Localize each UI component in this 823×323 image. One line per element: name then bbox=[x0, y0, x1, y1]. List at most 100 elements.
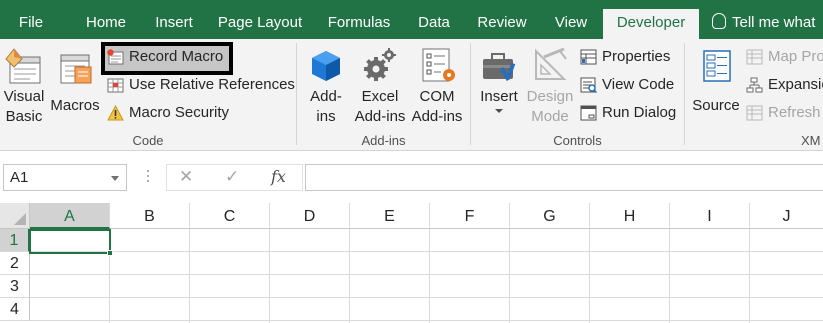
row-header-4[interactable]: 4 bbox=[0, 298, 30, 321]
formula-input[interactable] bbox=[305, 164, 823, 191]
com-addins-icon bbox=[422, 48, 455, 82]
use-relative-references-button[interactable]: Use Relative References bbox=[103, 73, 295, 97]
group-separator bbox=[470, 43, 471, 145]
chevron-down-icon[interactable] bbox=[111, 176, 119, 181]
excel-addins-label-1: Excel bbox=[361, 88, 399, 105]
macros-label: Macros bbox=[50, 97, 100, 114]
map-properties-label: Map Pro bbox=[768, 48, 823, 65]
column-header-a[interactable]: A bbox=[30, 203, 110, 229]
tab-developer[interactable]: Developer bbox=[603, 9, 699, 39]
tab-page-layout[interactable]: Page Layout bbox=[210, 0, 310, 39]
controls-group-label: Controls bbox=[553, 133, 602, 148]
addins-button[interactable]: Add- ins bbox=[304, 45, 348, 127]
tab-file[interactable]: File bbox=[0, 0, 62, 39]
column-header-i[interactable]: I bbox=[670, 203, 750, 229]
row-header-2[interactable]: 2 bbox=[0, 252, 30, 275]
tab-insert[interactable]: Insert bbox=[144, 0, 204, 39]
xml-group-label: XM bbox=[801, 133, 821, 148]
toolbox-icon bbox=[483, 53, 516, 82]
macros-button[interactable]: Macros bbox=[49, 45, 101, 116]
record-macro-icon bbox=[107, 49, 124, 65]
macro-security-button[interactable]: Macro Security bbox=[103, 101, 229, 125]
view-code-label: View Code bbox=[602, 76, 675, 93]
insert-function-icon[interactable]: fx bbox=[271, 167, 286, 186]
tab-data[interactable]: Data bbox=[408, 0, 460, 39]
name-box-value: A1 bbox=[10, 169, 29, 186]
code-group-label: Code bbox=[132, 133, 164, 148]
excel-addins-button[interactable]: Excel Add-ins bbox=[350, 45, 410, 127]
column-header-d[interactable]: D bbox=[270, 203, 350, 229]
refresh-icon bbox=[746, 105, 763, 121]
view-code-icon bbox=[580, 77, 597, 93]
column-header-f[interactable]: F bbox=[430, 203, 510, 229]
tab-home[interactable]: Home bbox=[75, 0, 137, 39]
expansion-packs-label: Expansio bbox=[768, 76, 823, 93]
map-properties-button[interactable]: Map Pro bbox=[742, 45, 823, 69]
formula-bar: A1 ✕ ✓ fx bbox=[0, 151, 823, 203]
row-header-1[interactable]: 1 bbox=[0, 229, 30, 252]
use-relative-references-label: Use Relative References bbox=[129, 76, 295, 93]
com-addins-button[interactable]: COM Add-ins bbox=[408, 45, 466, 127]
properties-button[interactable]: Properties bbox=[576, 45, 670, 69]
expansion-packs-button[interactable]: Expansio bbox=[742, 73, 823, 97]
column-header-c[interactable]: C bbox=[190, 203, 270, 229]
record-macro-label: Record Macro bbox=[129, 48, 224, 65]
tab-formulas[interactable]: Formulas bbox=[319, 0, 399, 39]
addins-group-label: Add-ins bbox=[361, 133, 406, 148]
active-cell-a1[interactable] bbox=[29, 229, 113, 256]
visual-basic-label-2: Basic bbox=[5, 108, 43, 125]
visual-basic-button[interactable]: Visual Basic bbox=[1, 45, 47, 127]
tab-review[interactable]: Review bbox=[468, 0, 536, 39]
enter-icon[interactable]: ✓ bbox=[225, 167, 239, 187]
visual-basic-icon bbox=[5, 48, 41, 84]
column-header-b[interactable]: B bbox=[110, 203, 190, 229]
column-header-g[interactable]: G bbox=[510, 203, 590, 229]
insert-control-button[interactable]: Insert bbox=[477, 45, 521, 113]
run-dialog-button[interactable]: Run Dialog bbox=[576, 101, 676, 125]
ribbon-tab-bar: File Home Insert Page Layout Formulas Da… bbox=[0, 0, 823, 39]
refresh-data-button[interactable]: Refresh I bbox=[742, 101, 823, 125]
tab-view[interactable]: View bbox=[544, 0, 598, 39]
macros-icon bbox=[60, 54, 92, 84]
xml-source-label: Source bbox=[692, 97, 740, 114]
worksheet-grid: A B C D E F G H I J 1 2 3 4 bbox=[0, 203, 823, 323]
record-macro-button[interactable]: Record Macro bbox=[103, 45, 223, 69]
lightbulb-icon bbox=[712, 13, 726, 29]
tell-me-search[interactable]: Tell me what bbox=[712, 0, 815, 39]
formula-buttons: ✕ ✓ fx bbox=[166, 164, 303, 191]
com-addins-label-1: COM bbox=[419, 88, 455, 105]
name-box[interactable]: A1 bbox=[3, 164, 127, 191]
addins-label-1: Add- bbox=[310, 88, 342, 105]
view-code-button[interactable]: View Code bbox=[576, 73, 674, 97]
run-dialog-label: Run Dialog bbox=[602, 104, 677, 121]
design-mode-label-2: Mode bbox=[531, 108, 569, 125]
design-mode-button[interactable]: Design Mode bbox=[523, 45, 577, 127]
column-header-j[interactable]: J bbox=[750, 203, 823, 229]
properties-icon bbox=[580, 49, 597, 65]
select-all-triangle-icon bbox=[14, 213, 26, 225]
office-addins-icon bbox=[312, 51, 340, 81]
column-header-h[interactable]: H bbox=[590, 203, 670, 229]
resize-handle[interactable] bbox=[147, 170, 151, 186]
gear-icon bbox=[364, 48, 396, 81]
cancel-icon[interactable]: ✕ bbox=[179, 167, 193, 187]
cell-area[interactable] bbox=[30, 229, 823, 323]
chevron-down-icon bbox=[495, 109, 503, 113]
ribbon-developer: Visual Basic Macros Record Macro Use Rel… bbox=[0, 39, 823, 151]
fill-handle[interactable] bbox=[107, 250, 113, 256]
group-separator bbox=[684, 43, 685, 145]
row-header-3[interactable]: 3 bbox=[0, 275, 30, 298]
refresh-data-label: Refresh I bbox=[768, 104, 823, 121]
xml-source-icon bbox=[703, 50, 731, 82]
tell-me-label: Tell me what bbox=[732, 14, 816, 31]
design-mode-label-1: Design bbox=[526, 88, 574, 105]
com-addins-label-2: Add-ins bbox=[411, 108, 463, 125]
warning-icon bbox=[107, 105, 124, 121]
visual-basic-label-1: Visual bbox=[3, 88, 45, 105]
xml-source-button[interactable]: Source bbox=[690, 45, 742, 116]
excel-addins-label-2: Add-ins bbox=[354, 108, 406, 125]
select-all-button[interactable] bbox=[0, 203, 30, 229]
column-header-e[interactable]: E bbox=[350, 203, 430, 229]
run-dialog-icon bbox=[580, 105, 597, 121]
design-mode-icon bbox=[535, 47, 567, 80]
